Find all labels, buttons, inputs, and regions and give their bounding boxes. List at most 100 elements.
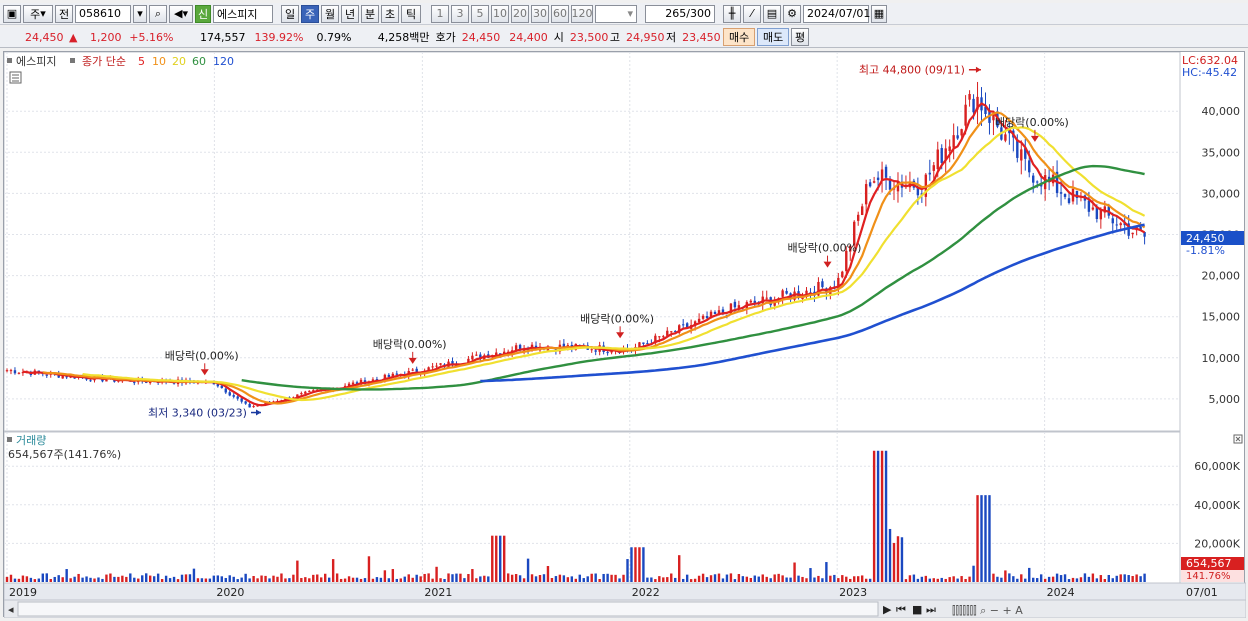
market-select[interactable]: 주 ▾ <box>23 4 53 23</box>
tab-monthly[interactable]: 월 <box>321 4 339 23</box>
tab-weekly[interactable]: 주 <box>301 4 319 23</box>
change-percent: +5.16% <box>129 30 174 44</box>
candle-icon[interactable]: ╫ <box>723 4 741 23</box>
stock-chart[interactable]: 최고 44,800 (09/11) 최저 3,340 (03/23) 배당락(0.0… <box>3 51 1247 619</box>
volume-bar <box>148 575 152 582</box>
volume-bar <box>137 578 140 582</box>
scroll-left-icon[interactable]: ◂ <box>8 603 14 616</box>
tab-minute[interactable]: 분 <box>361 4 379 23</box>
save-icon[interactable]: ▤ <box>763 4 781 23</box>
high-label: 고 <box>609 31 620 44</box>
interval-dropdown[interactable]: ▾ <box>595 4 637 23</box>
volume-bar <box>232 576 235 582</box>
volume-bar <box>1071 577 1075 582</box>
candle-body <box>89 380 92 382</box>
stop-icon[interactable]: ■ <box>912 603 922 616</box>
interval-button-20[interactable]: 20 <box>511 4 529 23</box>
volume-bar <box>586 576 589 582</box>
volume-bar <box>316 574 319 582</box>
volume-bar <box>849 578 852 582</box>
count-field[interactable]: 265/300 <box>645 4 715 23</box>
volume-bar <box>252 576 255 582</box>
candle-body <box>594 350 597 352</box>
volume-bar <box>347 576 351 582</box>
prev-button[interactable]: 전 <box>55 4 73 23</box>
tab-daily[interactable]: 일 <box>281 4 299 23</box>
search-icon[interactable]: ⌕ <box>149 4 167 23</box>
candle-body <box>105 379 108 382</box>
volume-bar <box>65 569 68 582</box>
chart-canvas[interactable]: 최고 44,800 (09/11) 최저 3,340 (03/23) 배당락(0.0… <box>3 51 1247 619</box>
volume-bar <box>296 560 299 582</box>
volume-bar <box>654 579 657 582</box>
tab-yearly[interactable]: 년 <box>341 4 359 23</box>
rewind-icon[interactable]: ⏮ <box>896 603 906 616</box>
interval-button-30[interactable]: 30 <box>531 4 549 23</box>
volume-bar <box>606 573 609 582</box>
volume-bar <box>455 573 458 582</box>
time-axis-label: 2023 <box>839 586 867 599</box>
candle-body <box>1035 181 1039 183</box>
volume-bar <box>610 574 613 582</box>
code-dropdown-icon[interactable]: ▾ <box>133 4 147 23</box>
volume-bar <box>160 579 164 582</box>
volume-bar <box>13 578 17 582</box>
volume-bar <box>1139 576 1142 582</box>
code-input[interactable]: 058610 <box>75 4 131 23</box>
interval-button-5[interactable]: 5 <box>471 4 489 23</box>
stock-name-field[interactable]: 에스피지 <box>213 4 273 23</box>
play-right-icon[interactable]: ▶ <box>883 603 892 616</box>
interval-button-3[interactable]: 3 <box>451 4 469 23</box>
volume-bar <box>240 577 243 582</box>
tab-second[interactable]: 초 <box>381 4 399 23</box>
volume-bar <box>860 575 864 582</box>
volume-bar <box>594 573 597 582</box>
volume-bar <box>956 578 959 582</box>
volume-bar <box>431 578 434 582</box>
price-tick-label: 40,000 <box>1202 105 1241 118</box>
candle-body <box>17 372 21 374</box>
volume-bar <box>928 578 932 582</box>
volume-bar <box>713 574 717 582</box>
tab-tick[interactable]: 틱 <box>401 4 421 23</box>
interval-button-60[interactable]: 60 <box>551 4 569 23</box>
candle-body <box>864 184 868 205</box>
volume-bar <box>335 573 339 582</box>
candle-body <box>932 165 935 171</box>
legend-ma-10: 10 <box>152 55 166 68</box>
fast-forward-icon[interactable]: ⏭ <box>926 603 936 616</box>
candle-body <box>940 148 943 163</box>
interval-button-10[interactable]: 10 <box>491 4 509 23</box>
volume-bar <box>284 578 287 582</box>
volume-bar <box>1119 574 1122 582</box>
speaker-icon[interactable]: ◀▾ <box>169 4 193 23</box>
volume-bar <box>546 566 550 582</box>
volume-bar <box>268 578 271 582</box>
current-volume-pct: 141.76% <box>1186 571 1231 582</box>
zoom-tools-icon[interactable]: ⫿⫿⫿⫿⫿⫿⫿ ⌕ − + A <box>952 604 1023 617</box>
sell-button[interactable]: 매도 <box>757 28 790 46</box>
volume-bar <box>912 574 916 582</box>
volume-bar <box>992 573 995 582</box>
volume-bar <box>841 575 844 582</box>
time-axis-label: 2020 <box>216 586 244 599</box>
interval-button-1[interactable]: 1 <box>431 4 449 23</box>
volume-bar <box>228 575 231 582</box>
price-tick-label: 10,000 <box>1202 352 1241 365</box>
window-menu-icon[interactable]: ▣ <box>3 4 21 23</box>
volume-bar <box>375 577 379 582</box>
eval-button[interactable]: 평 <box>791 28 810 46</box>
calendar-icon[interactable]: ▦ <box>871 4 887 23</box>
volume-bar <box>781 575 784 582</box>
interval-button-120[interactable]: 120 <box>571 4 593 23</box>
chart-scrollbar[interactable]: ◂ ▶ ⏮ ■ ⏭ ⫿⫿⫿⫿⫿⫿⫿ ⌕ − + A <box>3 599 1247 619</box>
volume-bar <box>980 495 983 582</box>
buy-button[interactable]: 매수 <box>723 28 756 46</box>
candle-body <box>435 365 438 367</box>
volume-bar <box>785 577 788 582</box>
gear-icon[interactable]: ⚙ <box>783 4 801 23</box>
draw-tool-icon[interactable]: ⁄ <box>743 4 761 23</box>
volume-bar <box>9 574 13 582</box>
date-input[interactable]: 2024/07/01 <box>803 4 870 23</box>
scroll-thumb[interactable] <box>17 601 879 617</box>
